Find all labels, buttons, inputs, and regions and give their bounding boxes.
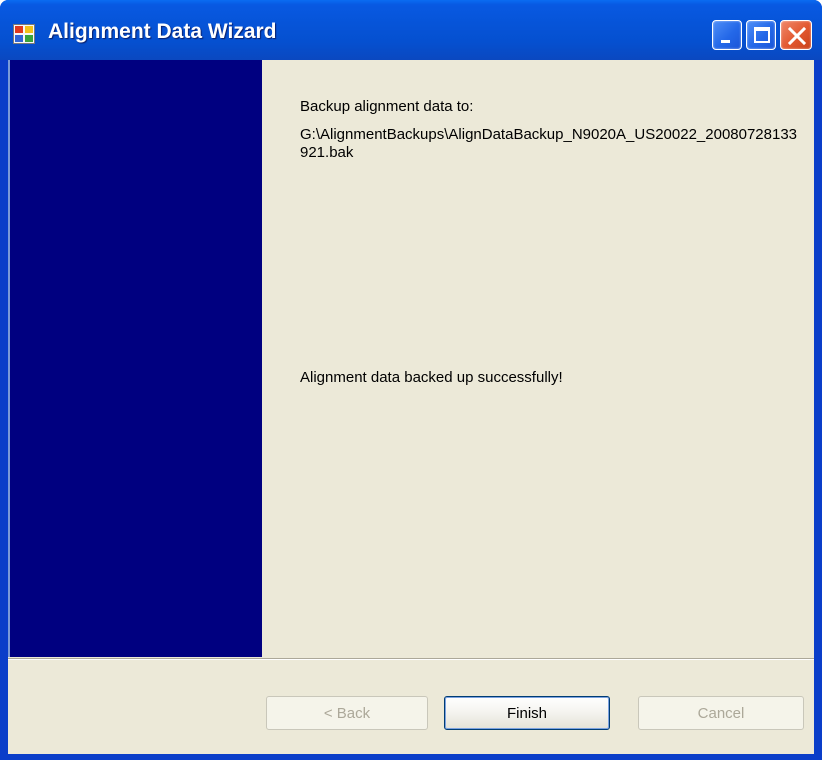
minimize-button[interactable] <box>712 20 742 50</box>
title-bar[interactable]: Alignment Data Wizard <box>0 0 822 60</box>
finish-button[interactable]: Finish <box>444 696 610 730</box>
maximize-icon <box>754 27 770 43</box>
close-icon <box>787 26 807 46</box>
backup-status-message: Alignment data backed up successfully! <box>300 369 563 386</box>
backup-file-path: G:\AlignmentBackups\AlignDataBackup_N902… <box>300 126 798 161</box>
footer-separator <box>8 658 814 660</box>
maximize-button[interactable] <box>746 20 776 50</box>
wizard-side-panel <box>8 60 262 657</box>
app-window-icon <box>13 24 35 44</box>
close-button[interactable] <box>780 20 812 50</box>
wizard-client-area: Backup alignment data to: G:\AlignmentBa… <box>8 60 814 754</box>
backup-destination-label: Backup alignment data to: <box>300 98 474 115</box>
cancel-button[interactable]: Cancel <box>638 696 804 730</box>
minimize-icon <box>721 40 730 43</box>
window-title: Alignment Data Wizard <box>48 20 277 43</box>
back-button[interactable]: < Back <box>266 696 428 730</box>
wizard-window: Alignment Data Wizard Backup alignment d… <box>0 0 822 760</box>
